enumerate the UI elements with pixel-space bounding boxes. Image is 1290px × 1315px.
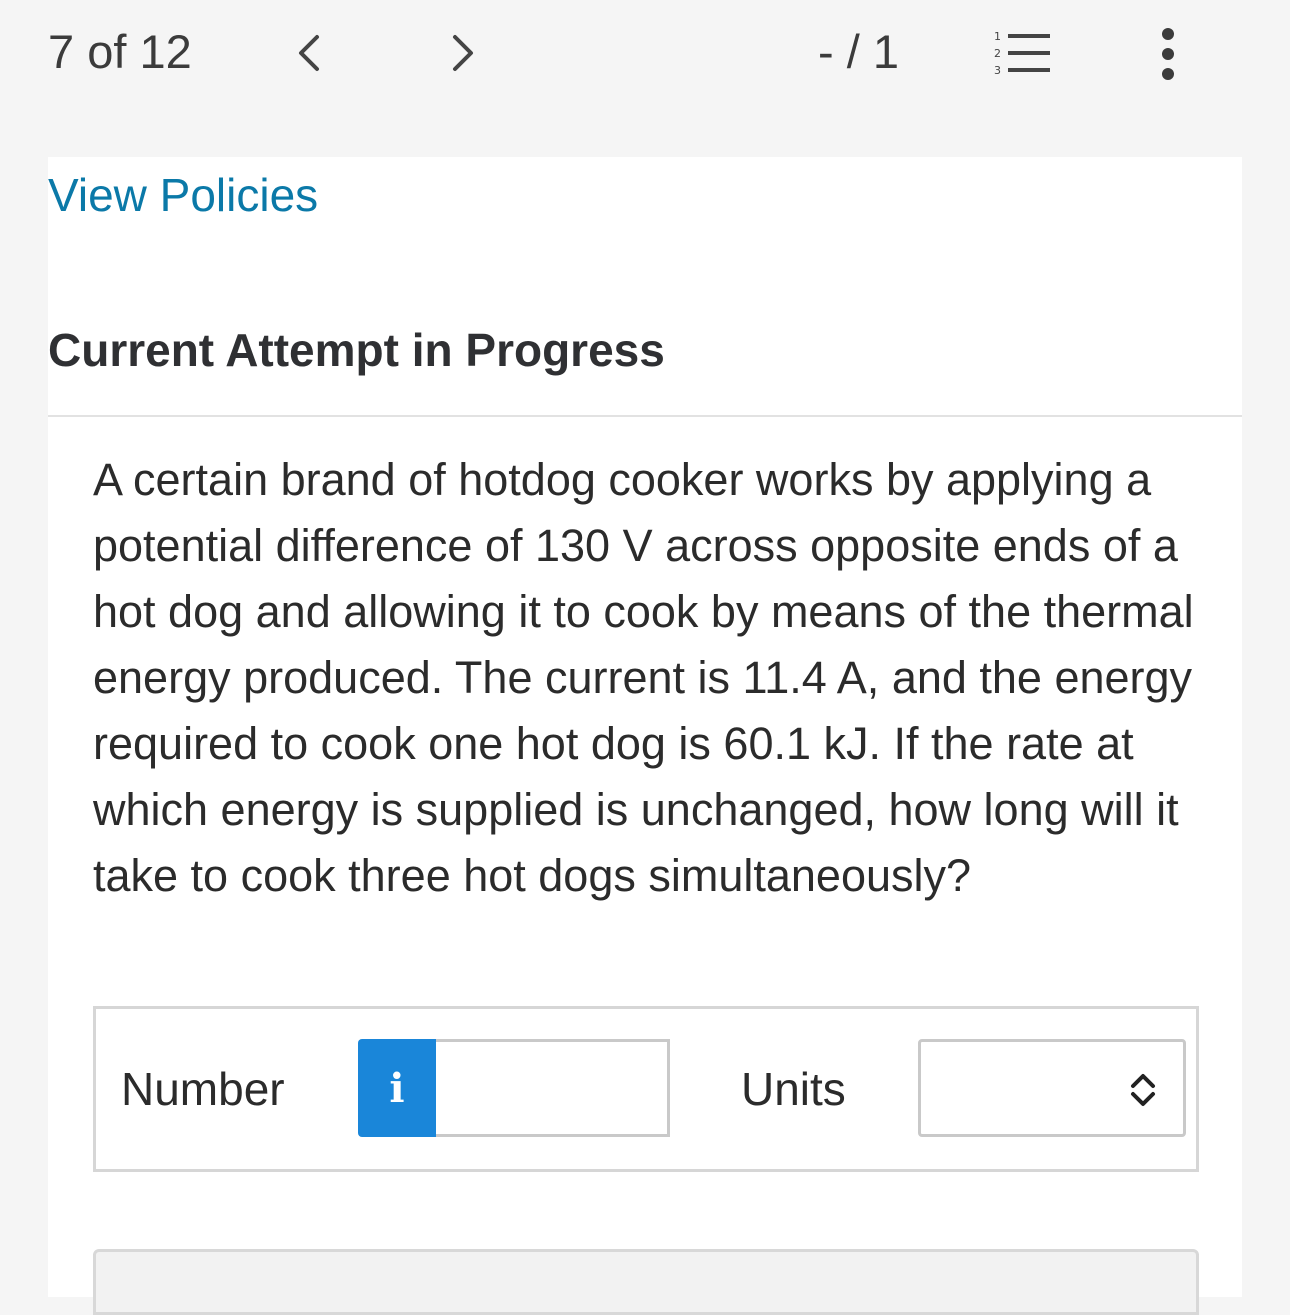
number-input[interactable] [436, 1039, 670, 1137]
info-icon: i [389, 1064, 405, 1112]
svg-text:1: 1 [994, 30, 1001, 43]
question-score: - / 1 [818, 25, 899, 78]
question-text: A certain brand of hotdog cooker works b… [93, 454, 1194, 901]
numbered-list-icon: 1 2 3 [994, 30, 1050, 77]
number-label: Number [121, 1063, 285, 1115]
next-question-button[interactable] [442, 28, 486, 78]
question-counter: 7 of 12 [48, 25, 192, 78]
more-vertical-icon [1162, 28, 1174, 80]
svg-text:3: 3 [994, 64, 1001, 77]
previous-question-button[interactable] [286, 28, 330, 78]
units-select[interactable] [918, 1039, 1186, 1137]
assignment-nav-bar: 7 of 12 - / 1 1 2 3 [0, 0, 1290, 110]
number-info-button[interactable]: i [358, 1039, 436, 1137]
up-down-chevron-icon [1131, 1074, 1155, 1106]
units-label: Units [741, 1063, 846, 1115]
more-options-button[interactable] [1150, 26, 1186, 82]
svg-text:2: 2 [994, 47, 1001, 60]
question-list-button[interactable]: 1 2 3 [990, 28, 1054, 78]
chevron-right-icon [453, 35, 473, 71]
view-policies-link[interactable]: View Policies [48, 167, 318, 223]
next-section-panel [93, 1249, 1199, 1315]
attempt-status-heading: Current Attempt in Progress [48, 324, 665, 376]
answer-box: Number i Units [93, 1006, 1199, 1172]
chevron-left-icon [299, 35, 319, 71]
section-divider [48, 415, 1242, 417]
question-card: View Policies Current Attempt in Progres… [48, 157, 1242, 1315]
